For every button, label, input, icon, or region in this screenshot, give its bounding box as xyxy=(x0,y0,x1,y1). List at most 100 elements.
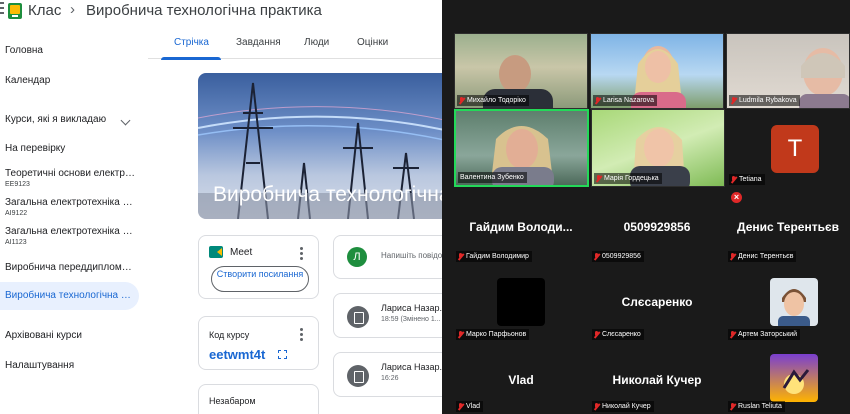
tab-people[interactable]: Люди xyxy=(304,37,329,48)
sidebar-course-code: EE9123 xyxy=(5,181,30,188)
mic-muted-icon xyxy=(458,253,463,260)
tab-stream[interactable]: Стрічка xyxy=(174,37,209,48)
participant-nameplate: Tetiana xyxy=(729,174,765,185)
sidebar-item-home[interactable]: Головна xyxy=(5,45,43,56)
participant-display-name: Гайдим Володи... xyxy=(469,220,573,234)
participant-nameplate: Денис Терентьєв xyxy=(728,251,797,262)
sidebar-course-name[interactable]: Загальна електротехніка з ос... xyxy=(5,226,135,237)
participant-name: Михайло Тодоріко xyxy=(467,97,526,104)
participant-nameplate: Артем Заторський xyxy=(728,329,801,340)
participant-tile-active-speaker[interactable]: Валентина Зубенко xyxy=(454,109,589,187)
upcoming-label: Незабаром xyxy=(209,396,256,406)
tab-classwork[interactable]: Завдання xyxy=(236,37,281,48)
participant-display-name: Денис Терентьєв xyxy=(737,220,839,234)
participant-tile[interactable]: Марія Гордецька xyxy=(591,109,725,187)
mic-muted-icon xyxy=(731,97,736,104)
participant-tile[interactable]: Слєсаренко Слєсаренко xyxy=(590,268,724,342)
participant-tile[interactable]: Михайло Тодоріко xyxy=(454,33,588,109)
participant-name: Гайдим Володимир xyxy=(466,253,529,260)
sidebar-item-active-course[interactable]: Виробнича технологічна пра... xyxy=(0,282,139,310)
mic-muted-icon xyxy=(730,253,735,260)
participant-avatar-image xyxy=(497,278,545,326)
participant-nameplate: 0509929856 xyxy=(592,251,644,262)
participant-name: Слєсаренко xyxy=(602,331,641,338)
participant-tile[interactable]: Ludmila Rybakova xyxy=(726,33,850,109)
breadcrumb-separator: › xyxy=(70,1,75,18)
participant-nameplate: Михайло Тодоріко xyxy=(457,95,529,106)
zoom-gallery: Михайло Тодоріко Larisa Nazarova Ludmila… xyxy=(442,0,850,414)
sidebar-item-calendar[interactable]: Календар xyxy=(5,75,50,86)
announce-box[interactable]: Л Напишіть повідомлення для курсу xyxy=(333,235,442,279)
participant-tile[interactable]: Larisa Nazarova xyxy=(590,33,724,109)
fullscreen-icon[interactable] xyxy=(278,350,287,359)
participant-tile[interactable]: Денис Терентьєв Денис Терентьєв xyxy=(726,190,850,264)
mic-muted-icon xyxy=(458,403,463,410)
participant-name: Ludmila Rybakova xyxy=(739,97,797,104)
tab-grades[interactable]: Оцінки xyxy=(357,37,388,48)
sidebar-item-to-review[interactable]: На перевірку xyxy=(5,143,65,154)
more-options-icon[interactable] xyxy=(300,328,303,343)
participant-nameplate: Слєсаренко xyxy=(592,329,644,340)
participant-name: Tetiana xyxy=(739,176,762,183)
mic-muted-icon xyxy=(730,403,735,410)
meet-icon xyxy=(209,246,223,258)
participant-tile[interactable]: T Tetiana xyxy=(727,109,850,187)
meet-card: Meet Створити посилання xyxy=(198,235,319,299)
participant-tile[interactable]: Марко Парфьонов xyxy=(454,268,588,342)
sidebar-course-name[interactable]: Виробнича переддипломна п... xyxy=(5,262,135,273)
sidebar-section-teaching[interactable]: Курси, які я викладаю xyxy=(5,114,106,125)
participant-nameplate: Марко Парфьонов xyxy=(456,329,530,340)
more-options-icon[interactable] xyxy=(300,247,303,262)
participant-tile[interactable]: Vlad Vlad xyxy=(454,346,588,414)
participant-nameplate: Гайдим Володимир xyxy=(456,251,532,262)
menu-icon[interactable] xyxy=(0,2,4,20)
participant-nameplate: Николай Кучер xyxy=(592,401,654,412)
classroom-logo-icon[interactable] xyxy=(8,3,22,19)
app-name[interactable]: Клас xyxy=(28,2,61,19)
post-author: Лариса Назар... xyxy=(381,362,442,372)
sidebar-course-name[interactable]: Теоретичні основи електроте... xyxy=(5,168,135,179)
course-banner: Виробнича технологічна практика xyxy=(198,73,442,219)
sidebar-course-code: AI1123 xyxy=(5,239,27,246)
sidebar-course-code: AI9122 xyxy=(5,210,28,217)
participant-tile[interactable]: Николай Кучер Николай Кучер xyxy=(590,346,724,414)
participant-display-name: 0509929856 xyxy=(623,220,691,234)
assignment-icon xyxy=(347,365,369,387)
class-code-value[interactable]: eetwmt4t xyxy=(209,347,265,362)
mic-muted-icon xyxy=(595,97,600,104)
participant-nameplate: Марія Гордецька xyxy=(594,173,662,184)
participant-tile[interactable]: Ruslan Teliuta xyxy=(726,346,850,414)
sidebar-item-archived[interactable]: Архівовані курси xyxy=(5,330,82,341)
mic-muted-icon xyxy=(458,331,463,338)
class-code-label: Код курсу xyxy=(209,330,250,340)
post-card[interactable]: Лариса Назар... 16:26 xyxy=(333,352,442,397)
participant-name: Ruslan Teliuta xyxy=(738,403,782,410)
participant-avatar-image xyxy=(770,278,818,326)
participant-tile[interactable]: 0509929856 0509929856 xyxy=(590,190,724,264)
create-link-button[interactable]: Створити посилання xyxy=(211,266,309,292)
participant-name: Vlad xyxy=(466,403,481,410)
chevron-down-icon[interactable] xyxy=(120,115,131,126)
participant-nameplate: Валентина Зубенко xyxy=(458,172,527,183)
participant-nameplate: Larisa Nazarova xyxy=(593,95,657,106)
sidebar-item-settings[interactable]: Налаштування xyxy=(5,360,74,371)
participant-display-name: Николай Кучер xyxy=(612,373,702,387)
mic-muted-icon xyxy=(594,403,599,410)
top-bar: Клас › Виробнича технологічна практика xyxy=(0,0,442,24)
mic-muted-icon xyxy=(731,176,736,183)
participant-avatar-image xyxy=(770,354,818,402)
mic-muted-icon xyxy=(594,253,599,260)
classroom-window: Клас › Виробнича технологічна практика Г… xyxy=(0,0,442,414)
post-card[interactable]: Лариса Назар... 18:59 (Змінено 1... xyxy=(333,293,442,338)
sidebar-course-name[interactable]: Загальна електротехніка з ос... xyxy=(5,197,135,208)
avatar: Л xyxy=(347,247,367,267)
announce-placeholder[interactable]: Напишіть повідомлення для курсу xyxy=(381,251,442,260)
participant-tile[interactable]: Гайдим Володи... Гайдим Володимир xyxy=(454,190,588,264)
banner-title: Виробнича технологічна практика xyxy=(213,183,442,206)
mic-muted-icon xyxy=(459,97,464,104)
participant-tile[interactable]: Артем Заторський xyxy=(726,268,850,342)
upcoming-card: Незабаром xyxy=(198,384,319,414)
post-icon xyxy=(347,306,369,328)
mic-muted-icon xyxy=(594,331,599,338)
participant-name: 0509929856 xyxy=(602,253,641,260)
